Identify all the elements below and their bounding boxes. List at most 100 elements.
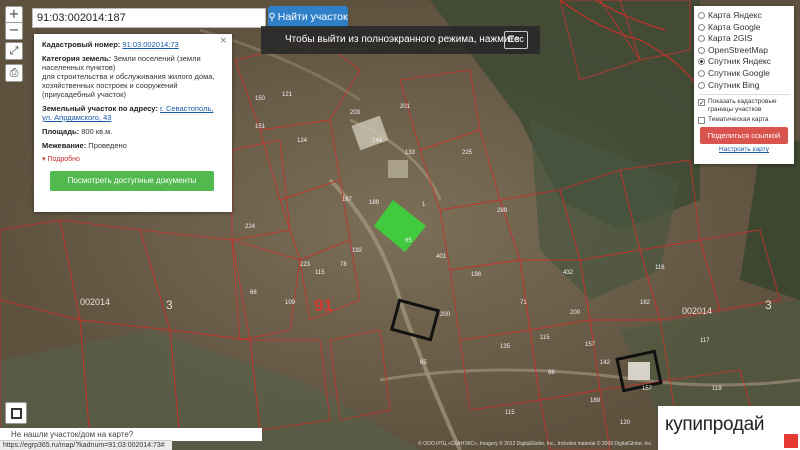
plot-number: 133: [405, 150, 416, 156]
plot-number: 200: [570, 310, 581, 316]
layer-radio[interactable]: [698, 58, 705, 66]
plot-number: 66: [250, 290, 257, 296]
plot-number: 78: [340, 262, 347, 268]
plot-number: 120: [620, 420, 631, 426]
plot-number: 157: [585, 342, 596, 348]
plot-number: 124: [297, 138, 308, 144]
layer-option-label: Карта Google: [708, 21, 761, 32]
layer-option-label: Карта 2GIS: [708, 33, 753, 44]
category-label: Категория земель:: [42, 54, 112, 63]
watermark: купипродай: [658, 406, 800, 450]
layer-options: Карта Яндекс Карта Google Карта 2GIS OpenSt…: [698, 10, 790, 91]
layer-option[interactable]: Карта 2GIS: [698, 33, 790, 45]
thematic-option[interactable]: Тематическая карта: [698, 116, 790, 125]
plot-number: 224: [245, 224, 256, 230]
area-label: Площадь:: [42, 127, 80, 136]
plot-number: 189: [590, 398, 601, 404]
search-input[interactable]: 91:03:002014:187: [32, 8, 266, 28]
survey-label: Межевание:: [42, 141, 87, 150]
details-label: Подробно: [47, 156, 80, 163]
layer-option-label: Спутник Яндекс: [708, 56, 771, 67]
plot-number: 225: [462, 150, 473, 156]
setup-map-link[interactable]: Настроить карту: [698, 146, 790, 153]
plot-number: 115: [315, 270, 325, 276]
quarter-number: 91: [314, 296, 333, 315]
map-layers-panel: Карта Яндекс Карта Google Карта 2GIS OpenSt…: [694, 6, 794, 164]
layer-option[interactable]: Спутник Bing: [698, 80, 790, 92]
search-button[interactable]: ⚲ Найти участок: [268, 6, 348, 28]
layer-option-label: Спутник Bing: [708, 79, 760, 90]
details-toggle[interactable]: ▾ Подробно: [42, 155, 224, 164]
ruler-icon[interactable]: ⤢: [5, 42, 23, 60]
thematic-checkbox[interactable]: [698, 117, 705, 125]
layer-option-label: OpenStreetMap: [708, 44, 769, 55]
plot-number: 1: [422, 202, 426, 208]
plot-number: 144: [372, 138, 383, 144]
address-label: Земельный участок по адресу:: [42, 104, 158, 113]
plot-number: 116: [655, 265, 665, 271]
fit-bounds-button[interactable]: [5, 402, 27, 424]
map-copyright: © ООО ИТЦ «СКАНЭКС», Imagery © 2012 Digi…: [418, 441, 653, 447]
plot-number: 223: [300, 262, 311, 268]
plot-number: 200: [440, 312, 451, 318]
plot-number: 65: [420, 360, 427, 366]
category-extra: для строительства и обслуживания жилого …: [42, 72, 215, 99]
plot-number: 198: [471, 272, 482, 278]
cadastral-link[interactable]: 91:03:002014:73: [122, 40, 178, 49]
layer-radio[interactable]: [698, 69, 705, 77]
block-number-left: 002014: [80, 297, 111, 307]
survey-value: Проведено: [88, 141, 127, 150]
watermark-logo-icon: [784, 434, 798, 448]
plot-number: 432: [563, 270, 574, 276]
show-borders-option[interactable]: ✓ Показать кадастровые границы участков: [698, 98, 790, 113]
layer-option[interactable]: Карта Google: [698, 22, 790, 34]
plot-number: 65: [405, 238, 412, 244]
plot-number: 401: [436, 254, 447, 260]
cadastral-label: Кадастровый номер:: [42, 40, 121, 49]
plot-number: 289: [497, 208, 508, 214]
plot-number: 203: [350, 110, 361, 116]
fullscreen-notice-text: Чтобы выйти из полноэкранного режима, на…: [285, 34, 520, 45]
layer-option[interactable]: Спутник Google: [698, 68, 790, 80]
show-borders-checkbox[interactable]: ✓: [698, 99, 705, 107]
esc-key-badge: Esc: [504, 31, 528, 49]
plot-number: 187: [342, 197, 353, 203]
close-icon[interactable]: ×: [219, 37, 227, 46]
zoom-out-button[interactable]: −: [5, 22, 23, 40]
layer-radio[interactable]: [698, 12, 705, 19]
share-link-button[interactable]: Поделиться ссылкой: [700, 127, 788, 145]
plot-number: 142: [600, 360, 611, 366]
plot-number: 192: [352, 248, 363, 254]
fullscreen-notice: Чтобы выйти из полноэкранного режима, на…: [261, 26, 540, 54]
search-icon: ⚲: [268, 12, 276, 23]
divider: [698, 94, 790, 96]
plot-number: 98: [548, 370, 555, 376]
show-borders-label: Показать кадастровые границы участков: [708, 98, 777, 113]
layer-radio[interactable]: [698, 23, 705, 31]
plot-number: 109: [285, 300, 296, 306]
plot-number: 201: [400, 104, 411, 110]
plot-number: 115: [540, 335, 550, 341]
search-button-label: Найти участок: [277, 11, 348, 23]
layer-option[interactable]: Спутник Яндекс: [698, 56, 790, 68]
plot-number: 157: [642, 386, 653, 392]
plot-number: 135: [500, 344, 511, 350]
plot-number: 115: [505, 410, 515, 416]
caret-down-icon: ▾: [42, 156, 46, 163]
parcel-info-panel: × Кадастровый номер: 91:03:002014:73 Кат…: [34, 34, 232, 212]
thematic-label: Тематическая карта: [708, 116, 769, 124]
plot-number: 162: [640, 300, 651, 306]
square-icon: [11, 408, 22, 419]
plot-number: 151: [255, 124, 266, 130]
status-bar-url: https://egrp365.ru/map/?kadnum=91:03:002…: [0, 440, 172, 450]
view-documents-button[interactable]: Посмотреть доступные документы: [50, 171, 214, 191]
layer-option[interactable]: OpenStreetMap: [698, 45, 790, 57]
layer-radio[interactable]: [698, 35, 705, 43]
watermark-text: купипродай: [665, 414, 765, 435]
layer-radio[interactable]: [698, 46, 705, 54]
layer-option-label: Спутник Google: [708, 67, 770, 78]
layer-option[interactable]: Карта Яндекс: [698, 10, 790, 22]
layer-radio[interactable]: [698, 81, 705, 89]
plot-number: 117: [700, 338, 710, 344]
print-icon[interactable]: ⎙: [5, 64, 23, 82]
